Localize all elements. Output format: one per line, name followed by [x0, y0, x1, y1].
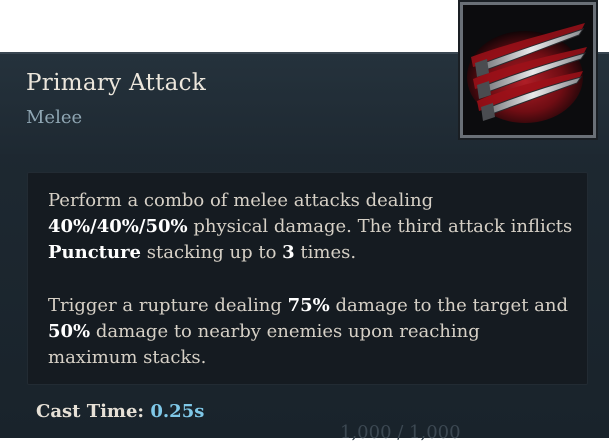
desc-text: damage to nearby enemies upon reaching m… — [48, 321, 480, 368]
desc-text: stacking up to — [141, 242, 283, 263]
rupture-damage: 75% — [287, 295, 330, 316]
skill-type: Melee — [26, 107, 83, 128]
desc-text: physical damage. The third attack inflic… — [187, 216, 573, 237]
description-paragraph-2: Trigger a rupture dealing 75% damage to … — [48, 293, 573, 371]
cast-time-value: 0.25s — [150, 401, 205, 422]
desc-text: Trigger a rupture dealing — [48, 295, 288, 316]
damage-values: 40%/40%/50% — [48, 216, 188, 237]
cast-time-label: Cast Time: — [36, 401, 145, 422]
desc-text: Perform a combo of melee attacks dealing — [48, 190, 434, 211]
cast-time: Cast Time: 0.25s — [36, 401, 204, 422]
partially-hidden-stat: 1,000 / 1,000 — [340, 422, 461, 443]
keyword-puncture: Puncture — [48, 242, 142, 263]
desc-text: times. — [294, 242, 357, 263]
claw-slash-icon — [460, 2, 596, 138]
splash-damage: 50% — [48, 321, 91, 342]
description-box: Perform a combo of melee attacks dealing… — [27, 172, 588, 385]
description-paragraph-1: Perform a combo of melee attacks dealing… — [48, 188, 573, 266]
stack-count: 3 — [282, 242, 295, 263]
desc-text: damage to the target and — [329, 295, 569, 316]
skill-name: Primary Attack — [26, 70, 207, 96]
